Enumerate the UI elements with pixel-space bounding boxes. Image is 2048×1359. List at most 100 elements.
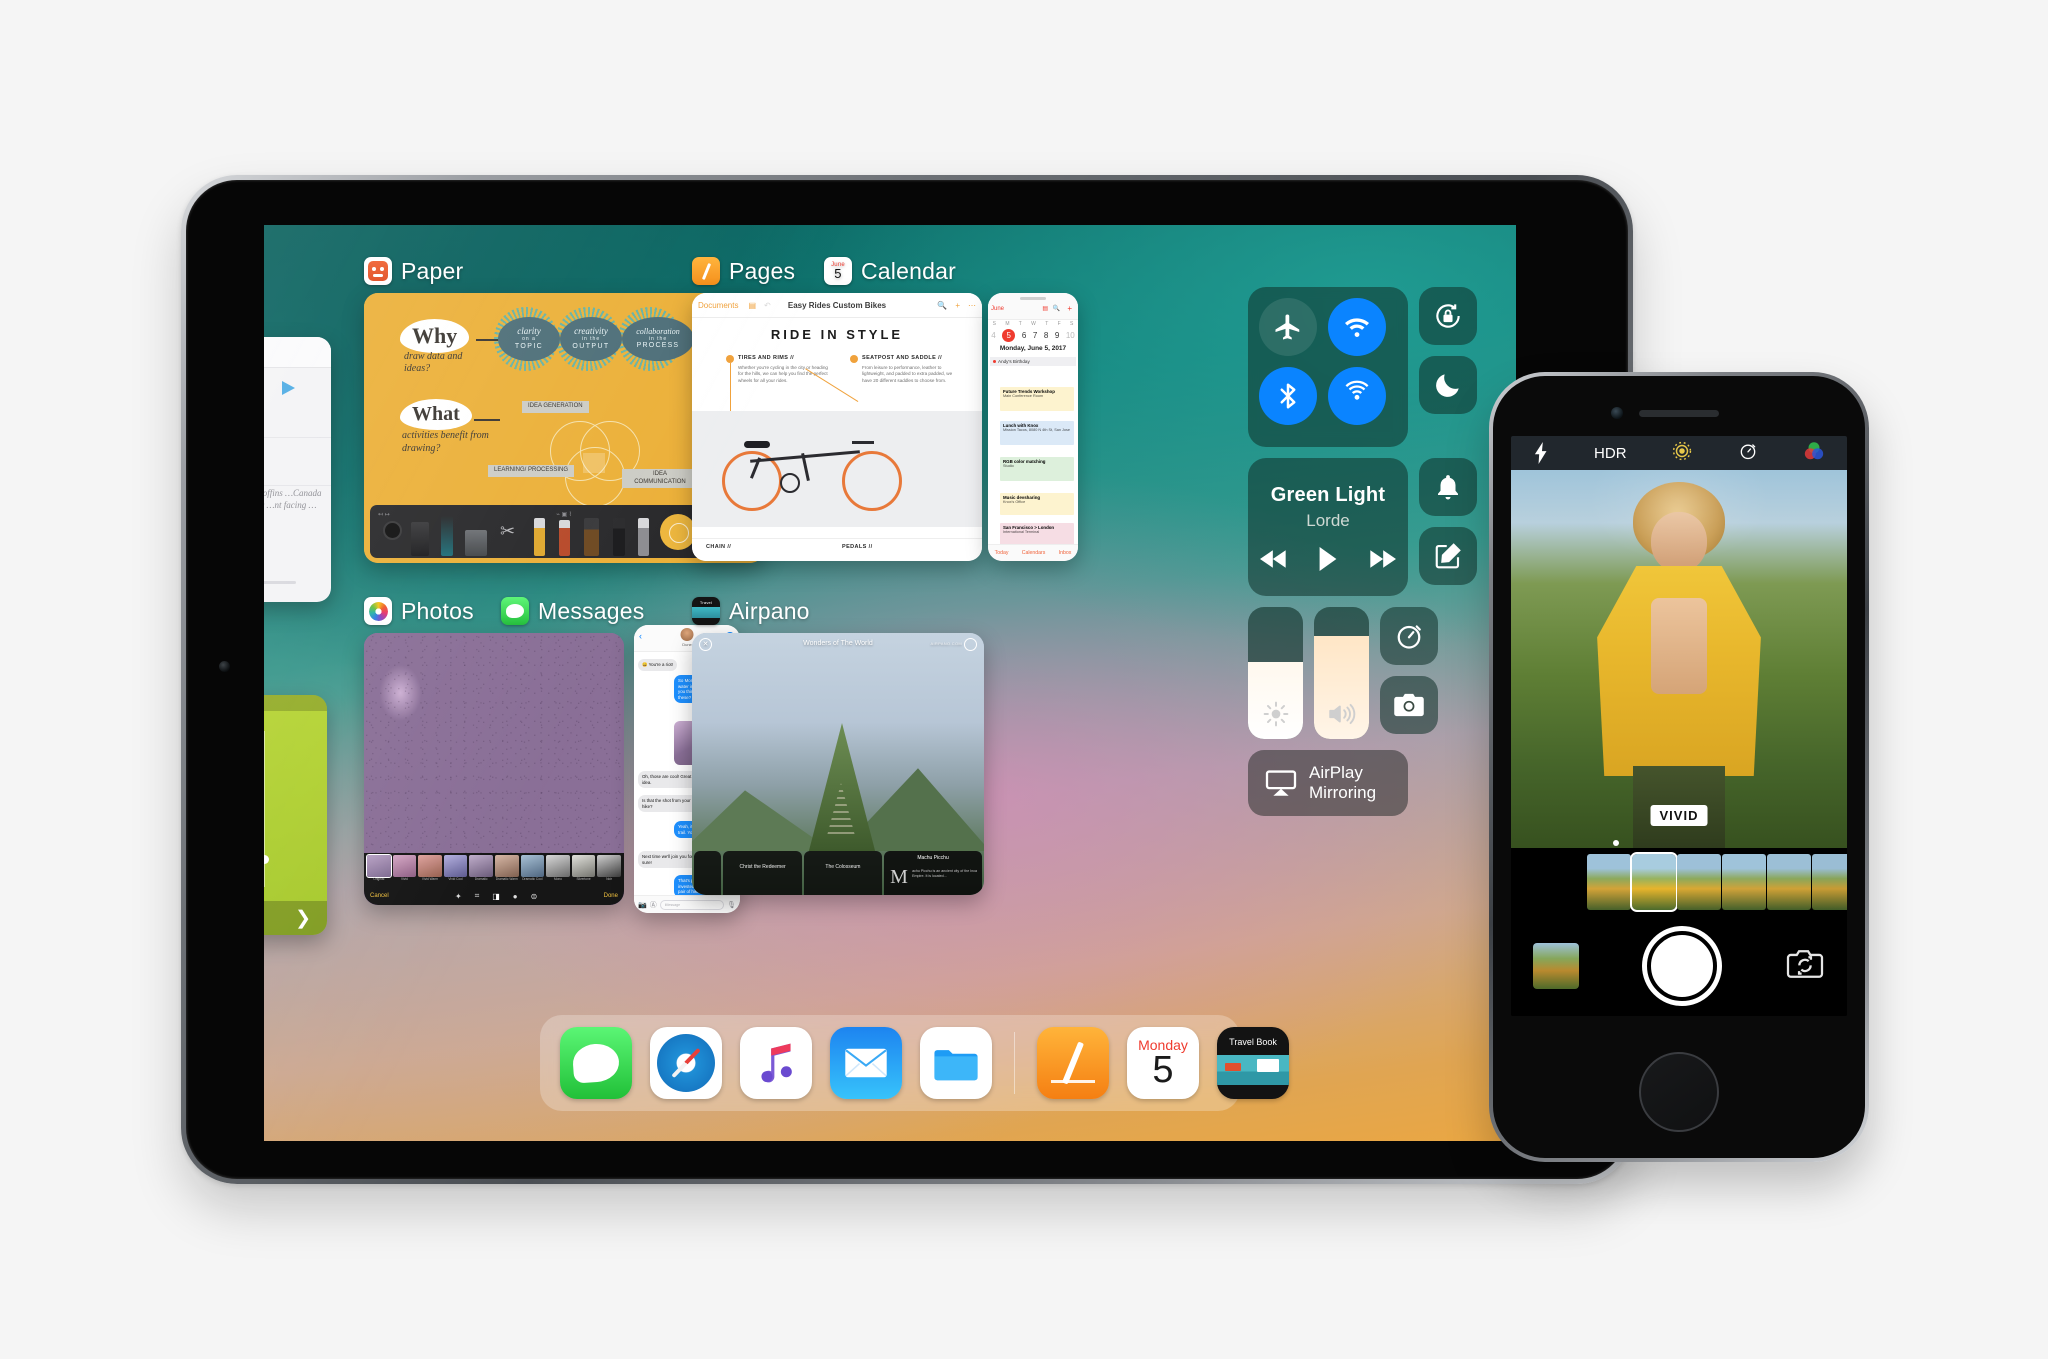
mic-icon[interactable]: 🎙 [727,901,736,909]
photos-edit-toolbar[interactable]: Cancel ✦ ⌗ ◨ ● ⊜ Done [364,887,624,905]
app-card-pages[interactable]: Documents ▤ ↶ Easy Rides Custom Bikes 🔍 … [692,293,982,561]
calendar-inbox-button[interactable]: Inbox [1059,550,1072,556]
calendar-date-row[interactable]: 4 5 6 7 8 9 10 [988,329,1078,342]
filter-item[interactable]: Mono [546,855,570,882]
tool-brush[interactable] [441,516,453,556]
connectivity-group[interactable] [1248,287,1408,447]
photos-done-button[interactable]: Done [604,893,618,899]
calendar-calendars-button[interactable]: Calendars [1022,550,1046,556]
tool-pen[interactable] [638,518,649,556]
airpano-tile-partial[interactable] [694,851,722,895]
filter-thumb[interactable] [1677,854,1721,910]
filter-item[interactable]: Dramatic Warm [494,855,519,882]
date-cell[interactable]: 7 [1033,331,1037,340]
calendar-event[interactable]: Lunch with Knox Mission Tacos, 8080 N 4t… [1000,421,1074,445]
photos-filter-strip[interactable]: Original Vivid Vivid Warm Vivid Cool Dra… [364,853,624,887]
tool-pen[interactable] [613,518,625,556]
bluetooth-toggle[interactable] [1259,367,1317,425]
ringer-button[interactable] [1419,458,1477,516]
tool-pen[interactable] [534,518,545,556]
camera-icon[interactable]: 📷 [638,901,647,909]
airplane-mode-toggle[interactable] [1259,298,1317,356]
messages-input-bar[interactable]: 📷 Ⓐ iMessage 🎙 [634,895,740,913]
message-input[interactable]: iMessage [659,899,725,910]
date-cell[interactable]: 6 [1022,331,1026,340]
calendar-back-button[interactable]: June [991,306,1004,312]
filters-icon[interactable]: ◨ [492,892,500,901]
calendar-event[interactable]: San Francisco > London International Ter… [1000,523,1074,545]
sliders-group[interactable] [1248,607,1369,739]
crop-icon[interactable]: ⌗ [475,891,480,901]
filter-thumb[interactable] [469,855,493,877]
photos-cancel-button[interactable]: Cancel [370,893,389,899]
calendar-today-button[interactable]: Today [995,550,1009,556]
close-icon[interactable]: ✕ [699,638,712,651]
filter-thumb[interactable] [520,855,545,877]
timer-button[interactable] [1380,607,1438,665]
dock-app-safari[interactable] [650,1027,722,1099]
filter-thumb[interactable] [443,855,468,877]
dock-recent-calendar[interactable]: Monday 5 [1127,1027,1199,1099]
date-cell[interactable]: 8 [1044,331,1048,340]
airpano-feature-tile[interactable]: Machu Picchu M achu Picchu is an ancient… [884,851,982,895]
dock-recent-travel-book[interactable]: Travel Book [1217,1027,1289,1099]
notes-button[interactable] [1419,527,1477,585]
back-icon[interactable]: ‹ [639,631,642,641]
tool-marker[interactable] [411,522,429,556]
app-card-airpano[interactable]: ✕ Wonders of The World AIRPANO.COM Chris… [692,633,984,895]
control-center[interactable]: Green Light Lorde AirPlay Mirroring [1248,287,1498,816]
rotation-lock-button[interactable] [1419,287,1477,345]
photo-thumbnail-button[interactable] [1533,943,1579,989]
date-cell[interactable]: 10 [1066,331,1075,340]
timer-icon[interactable] [1738,441,1758,465]
calendar-event[interactable]: Music devsharing Knox's Office [1000,493,1074,515]
add-event-icon[interactable]: + [1067,304,1072,313]
color-preview[interactable] [660,514,696,550]
filter-item[interactable]: Noir [597,855,621,882]
filter-thumb[interactable] [571,855,596,877]
filter-item[interactable]: Vivid Cool [443,855,468,882]
filter-thumb[interactable] [494,855,519,877]
pages-toolbar[interactable]: Documents ▤ ↶ Easy Rides Custom Bikes 🔍 … [692,293,982,318]
paper-tools-icons[interactable]: ⌁ ▣ ⌇ [556,511,572,518]
filter-item[interactable]: Original [366,854,392,882]
filter-thumb[interactable] [1767,854,1811,910]
calendar-event[interactable]: RGB color matching Studio [1000,457,1074,481]
magic-wand-icon[interactable]: ✦ [455,892,462,901]
adjust-icon[interactable]: ● [513,892,518,901]
dock-app-mail[interactable] [830,1027,902,1099]
filter-thumb[interactable] [1812,854,1847,910]
app-card-calendar[interactable]: June ▤ 🔍 + S M T W T F S 4 5 6 7 8 9 10 … [988,293,1078,561]
search-icon[interactable]: 🔍 [1053,305,1060,312]
dock-app-music[interactable] [740,1027,812,1099]
filter-thumb[interactable] [1722,854,1766,910]
tool-eraser[interactable] [383,521,402,540]
filter-thumb[interactable] [366,854,392,878]
tool-pen[interactable] [559,520,570,556]
dock-recent-pages[interactable] [1037,1027,1109,1099]
apps-icon[interactable]: Ⓐ [650,900,657,910]
filter-item[interactable]: Vivid Warm [418,855,442,882]
hdr-label[interactable]: HDR [1594,445,1627,462]
do-not-disturb-button[interactable] [1419,356,1477,414]
tool-roller[interactable] [465,530,487,556]
calendar-event[interactable]: Future Trends Workshop Main Conference R… [1000,387,1074,411]
dock-app-files[interactable] [920,1027,992,1099]
playback-controls[interactable] [1260,546,1396,571]
airpano-tile-row[interactable]: Christ the Redeemer The Colosseum Machu … [692,851,984,895]
flip-camera-button[interactable] [1785,947,1825,986]
date-cell[interactable]: 9 [1055,331,1059,340]
peek-card-notes[interactable]: …e but it is an …offins …Canada …ce for … [264,337,331,602]
airdrop-toggle[interactable] [1328,367,1386,425]
camera-button[interactable] [1380,676,1438,734]
filters-icon[interactable] [1803,440,1825,466]
filter-item[interactable]: Vivid [392,855,417,882]
dock[interactable]: Monday 5 Travel Book [540,1015,1289,1111]
drag-handle[interactable] [1020,297,1046,300]
list-view-icon[interactable]: ▤ [1042,305,1048,312]
airplay-mirroring-button[interactable]: AirPlay Mirroring [1248,750,1408,816]
filter-thumb[interactable] [597,855,621,877]
chart-next-button[interactable]: ❯ [264,901,327,935]
airpano-tile[interactable]: The Colosseum [803,851,883,895]
filter-thumb-selected[interactable] [1630,852,1678,912]
